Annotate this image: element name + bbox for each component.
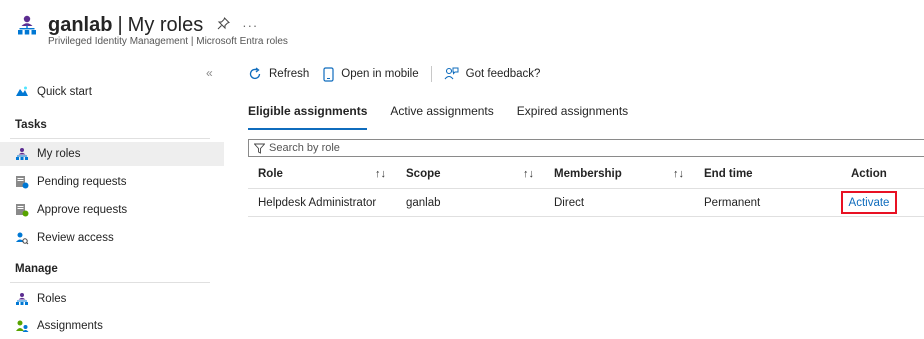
divider — [10, 282, 210, 283]
mobile-icon — [323, 66, 334, 82]
sidebar-item-label: Roles — [37, 293, 67, 305]
refresh-icon — [248, 67, 262, 81]
approve-requests-icon — [15, 203, 29, 217]
more-options-button[interactable]: ··· — [242, 18, 258, 33]
row-divider — [248, 216, 924, 217]
manage-heading: Manage — [15, 263, 58, 275]
activate-link[interactable]: Activate — [849, 197, 890, 209]
my-roles-icon — [15, 147, 29, 161]
search-placeholder: Search by role — [269, 142, 340, 154]
sidebar-item-label: Quick start — [37, 86, 92, 98]
sidebar-item-roles[interactable]: Roles — [0, 287, 224, 311]
roles-icon — [15, 292, 29, 306]
open-in-mobile-button[interactable]: Open in mobile — [323, 66, 419, 82]
sidebar-item-label: My roles — [37, 148, 81, 160]
column-header-scope[interactable]: Scope — [406, 168, 441, 180]
sidebar-item-label: Pending requests — [37, 176, 127, 188]
header-divider — [248, 188, 924, 189]
cell-scope: ganlab — [406, 197, 441, 209]
activate-highlight: Activate — [841, 191, 897, 214]
sidebar-item-label: Assignments — [37, 320, 103, 332]
refresh-button[interactable]: Refresh — [248, 67, 309, 81]
search-input[interactable]: Search by role — [248, 139, 924, 157]
cell-end-time: Permanent — [704, 197, 761, 209]
open-in-mobile-label: Open in mobile — [341, 68, 419, 80]
sidebar-item-assignments[interactable]: Assignments — [0, 314, 224, 338]
command-bar: Refresh Open in mobile Got feedback? — [248, 63, 540, 85]
divider — [10, 138, 210, 139]
assignment-tabs: Eligible assignments Active assignments … — [248, 104, 651, 130]
tab-expired-assignments[interactable]: Expired assignments — [517, 104, 628, 130]
sidebar-item-label: Approve requests — [37, 204, 128, 216]
column-header-membership[interactable]: Membership — [554, 168, 622, 180]
sort-role-icon[interactable]: ↑↓ — [375, 168, 386, 180]
toolbar-separator — [430, 66, 432, 82]
sort-membership-icon[interactable]: ↑↓ — [673, 168, 684, 180]
filter-icon — [254, 143, 265, 154]
refresh-label: Refresh — [269, 68, 310, 80]
column-header-action: Action — [851, 168, 887, 180]
cell-membership: Direct — [554, 197, 585, 209]
tasks-heading: Tasks — [15, 119, 47, 131]
sort-scope-icon[interactable]: ↑↓ — [523, 168, 534, 180]
cell-role: Helpdesk Administrator — [258, 197, 377, 209]
column-header-end-time[interactable]: End time — [704, 168, 753, 180]
quick-start-icon — [15, 85, 29, 99]
column-header-role[interactable]: Role — [258, 168, 283, 180]
sidebar-item-my-roles[interactable]: My roles — [0, 142, 224, 166]
feedback-label: Got feedback? — [465, 68, 541, 80]
sidebar-item-label: Review access — [37, 232, 114, 244]
feedback-button[interactable]: Got feedback? — [444, 67, 541, 81]
roles-table: Role ↑↓ Scope ↑↓ Membership ↑↓ End time … — [248, 162, 924, 222]
sidebar-item-pending-requests[interactable]: Pending requests — [0, 170, 224, 194]
tab-eligible-assignments[interactable]: Eligible assignments — [248, 104, 368, 130]
feedback-icon — [444, 67, 459, 81]
sidebar-item-approve-requests[interactable]: Approve requests — [0, 198, 224, 222]
assignments-icon — [15, 319, 29, 333]
tab-active-assignments[interactable]: Active assignments — [390, 104, 493, 130]
review-access-icon — [15, 231, 29, 245]
sidebar: Quick start Tasks My roles Pending reque… — [0, 0, 224, 339]
sidebar-item-quick-start[interactable]: Quick start — [0, 80, 224, 104]
pending-requests-icon — [15, 175, 29, 189]
sidebar-item-review-access[interactable]: Review access — [0, 226, 224, 250]
